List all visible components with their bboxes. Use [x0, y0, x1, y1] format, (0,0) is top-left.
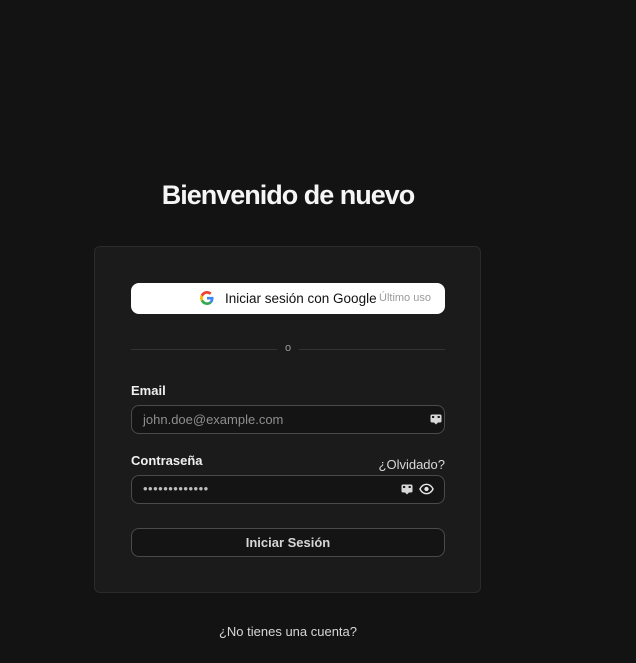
forgot-password-link[interactable]: ¿Olvidado?: [379, 457, 445, 472]
autofill-card-icon[interactable]: [401, 483, 413, 495]
divider-left: [131, 349, 277, 350]
email-label: Email: [131, 383, 166, 398]
email-field[interactable]: john.doe@example.com: [131, 405, 445, 434]
password-field[interactable]: •••••••••••••: [131, 475, 445, 504]
page-title: Bienvenido de nuevo: [161, 180, 416, 210]
divider-text: o: [284, 342, 292, 354]
password-label: Contraseña: [131, 453, 203, 468]
signup-link[interactable]: ¿No tienes una cuenta?: [0, 624, 576, 639]
eye-icon[interactable]: [419, 482, 434, 496]
login-card: Iniciar sesión con Google Último uso o E…: [94, 246, 481, 593]
login-page: Bienvenido de nuevo Iniciar sesión con G…: [0, 0, 636, 663]
password-masked-value: •••••••••••••: [143, 481, 209, 496]
signin-submit-button[interactable]: Iniciar Sesión: [131, 528, 445, 557]
google-signin-label: Iniciar sesión con Google: [225, 291, 377, 306]
last-used-badge: Último uso: [379, 292, 431, 304]
divider-right: [299, 349, 445, 350]
google-logo-icon: [200, 291, 214, 305]
google-signin-button[interactable]: Iniciar sesión con Google Último uso: [131, 283, 445, 314]
autofill-card-icon[interactable]: [430, 413, 442, 425]
email-placeholder: john.doe@example.com: [143, 412, 284, 427]
